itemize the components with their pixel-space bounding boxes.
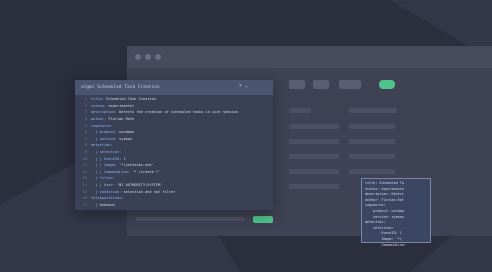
code-value: Scheduled Task Creation [103,97,156,102]
editor-title: algmi Scheduled Task Creation [81,85,160,90]
code-key: | service: [91,136,117,141]
code-line[interactable]: 3 description: Detects the creation of sc… [75,109,273,116]
line-number: 12 [82,169,87,174]
code-line[interactable]: 17 | Unknown [75,202,273,209]
code-value: experimental [106,103,135,108]
code-line[interactable]: 11 | | Image: '*\schtasks.exe' [75,162,273,169]
window-dot-icon [155,54,161,60]
code-line[interactable]: 8 detection: [75,142,273,149]
code-key: description: [91,110,117,115]
code-line[interactable]: 10 | | EventID: 1 [75,155,273,162]
line-number: 11 [82,163,87,168]
line-number: 9 [84,150,87,155]
line-number: 6 [84,130,87,135]
code-key: | | EventID: [91,156,122,161]
code-key: falsepositives: [91,196,124,201]
list-item [289,184,339,189]
code-line[interactable]: 12 | | CommandLine: '* /create *' [75,169,273,176]
list-item [289,154,339,159]
line-number: 5 [84,123,87,128]
code-key: title: [91,97,104,102]
code-value: windows [116,130,135,135]
window-dot-icon [145,54,151,60]
editor-controls-icon[interactable]: × ⌄ [239,83,248,89]
code-value: sysmon [116,136,133,141]
editor-header: algmi Scheduled Task Creation × ⌄ [75,80,273,95]
code-key: | [91,202,100,207]
code-line[interactable]: 2 status: experimental [75,103,273,110]
code-value: Florian Roth [106,117,135,122]
save-button[interactable] [253,216,273,223]
code-value: Unknown [99,202,115,207]
line-number: 1 [84,97,87,102]
list-item [289,124,339,129]
list-item [349,154,395,159]
tooltip-line: CommandLine: [365,242,406,247]
list-item [289,108,311,113]
line-number: 13 [82,176,87,181]
line-number: 17 [82,202,87,207]
rule-preview-tooltip: title: Scheduled Ta status: experimenta de… [361,178,431,247]
list-item [349,169,395,174]
list-item [289,139,339,144]
code-value: 'NT AUTHORITY\SYSTEM' [114,183,163,188]
list-item [349,124,395,129]
code-key: detection: [91,143,113,148]
list-item [349,139,395,144]
line-number: 14 [82,183,87,188]
code-line[interactable]: 5 logsource: [75,122,273,129]
code-key: | product: [91,130,117,135]
window-titlebar [127,46,492,68]
code-line[interactable]: 14 | | User: 'NT AUTHORITY\SYSTEM' [75,182,273,189]
code-key: | | User: [91,183,115,188]
code-key: | filter: [91,176,115,181]
rule-editor[interactable]: algmi Scheduled Task Creation × ⌄ 1 title… [75,80,273,210]
code-value: '*\schtasks.exe' [116,163,154,168]
window-dot-icon [135,54,141,60]
line-number: 7 [84,136,87,141]
code-key: | | CommandLine: [91,169,130,174]
code-line[interactable]: 13 | filter: [75,175,273,182]
line-number: 15 [82,189,87,194]
toolbar-placeholder[interactable] [289,80,305,89]
code-line[interactable]: 7 | service: sysmon [75,136,273,143]
code-value: 1 [121,156,126,161]
code-value: '* /create *' [129,169,161,174]
code-area[interactable]: 1 title: Scheduled Task Creation 2 status: … [75,96,273,208]
code-line[interactable]: 4 author: Florian Roth [75,116,273,123]
line-number: 16 [82,196,87,201]
code-key: | | Image: [91,163,117,168]
toolbar-placeholder[interactable] [313,80,329,89]
toolbar-placeholder[interactable] [339,80,361,89]
code-key: logsource: [91,123,113,128]
code-key: | condition: [91,189,122,194]
primary-action-button[interactable] [379,80,395,89]
line-number: 8 [84,143,87,148]
code-line[interactable]: 16 falsepositives: [75,195,273,202]
line-number: 4 [84,117,87,122]
list-item [349,108,397,113]
code-line[interactable]: 1 title: Scheduled Task Creation [75,96,273,103]
line-number: 2 [84,103,87,108]
status-bar [135,217,245,221]
code-line[interactable]: 9 | selection: [75,149,273,156]
line-number: 10 [82,156,87,161]
code-value: Detects the creation of scheduled tasks … [116,110,239,115]
code-line[interactable]: 15 | condition: selection and not filter [75,188,273,195]
list-item [289,169,339,174]
code-value: selection and not filter [121,189,176,194]
code-line[interactable]: 6 | product: windows [75,129,273,136]
code-key: | selection: [91,150,122,155]
code-key: author: [91,117,107,122]
line-number: 3 [84,110,87,115]
code-key: status: [91,103,107,108]
